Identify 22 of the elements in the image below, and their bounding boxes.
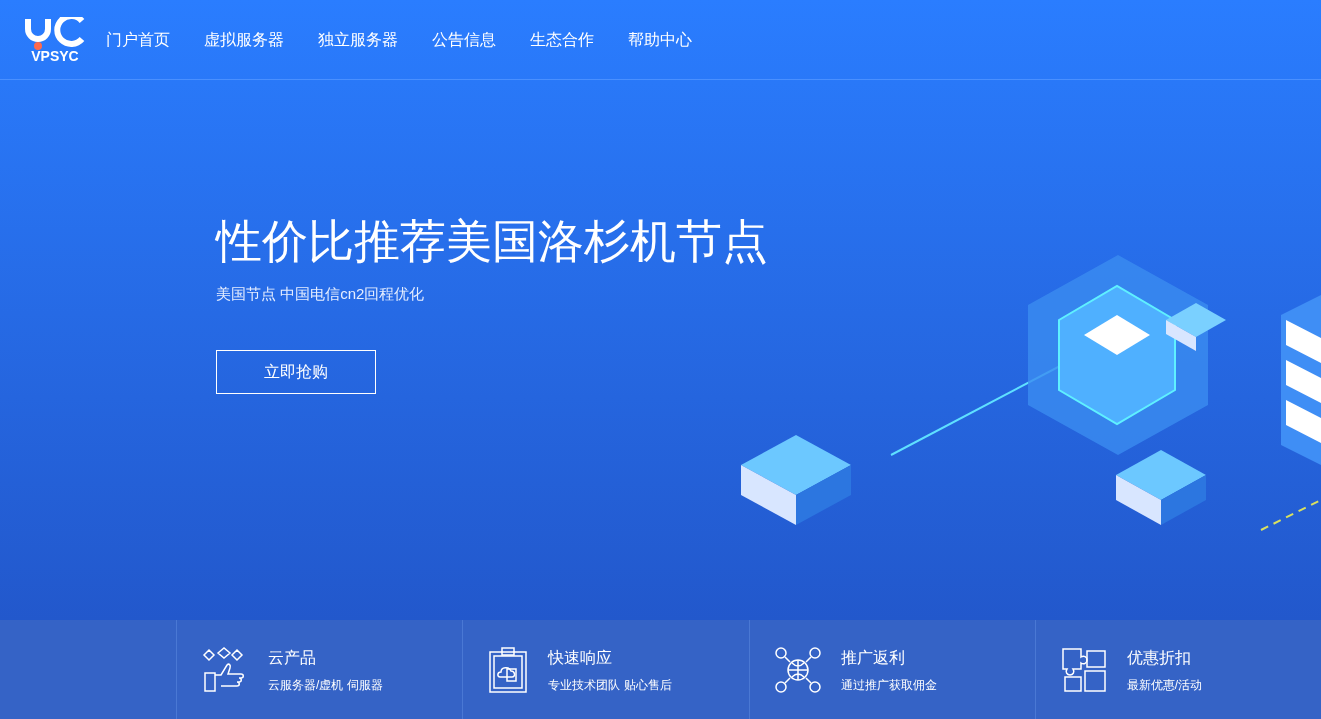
feature-title: 云产品 xyxy=(268,647,317,668)
nav-link[interactable]: 生态合作 xyxy=(530,27,594,52)
feature-description: 专业技术团队 贴心售后 xyxy=(548,676,672,694)
hero-title: 性价比推荐美国洛杉机节点 xyxy=(216,214,769,269)
nav-link[interactable]: 独立服务器 xyxy=(318,27,398,52)
feature-title: 快速响应 xyxy=(548,647,614,668)
hero-subtitle: 美国节点 中国电信cn2回程优化 xyxy=(216,283,426,304)
buy-now-button[interactable]: 立即抢购 xyxy=(216,350,376,394)
nav-link[interactable]: 帮助中心 xyxy=(628,27,692,52)
feature-description: 通过推广获取佣金 xyxy=(840,676,937,694)
feature-title: 推广返利 xyxy=(840,647,906,668)
feature-description: 云服务器/虚机 伺服器 xyxy=(268,676,383,694)
logo-text: VPSYC xyxy=(31,48,79,63)
nav-link[interactable]: 虚拟服务器 xyxy=(204,27,284,52)
feature-title: 优惠折扣 xyxy=(1126,647,1192,668)
nav-link[interactable]: 门户首页 xyxy=(106,27,170,52)
logo-mark-icon xyxy=(24,16,86,51)
feature-description: 最新优惠/活动 xyxy=(1126,676,1203,694)
clipboard-icon xyxy=(488,646,529,693)
globe-network-icon xyxy=(774,646,821,693)
puzzle-icon xyxy=(1060,646,1107,693)
nav-link[interactable]: 公告信息 xyxy=(432,27,496,52)
